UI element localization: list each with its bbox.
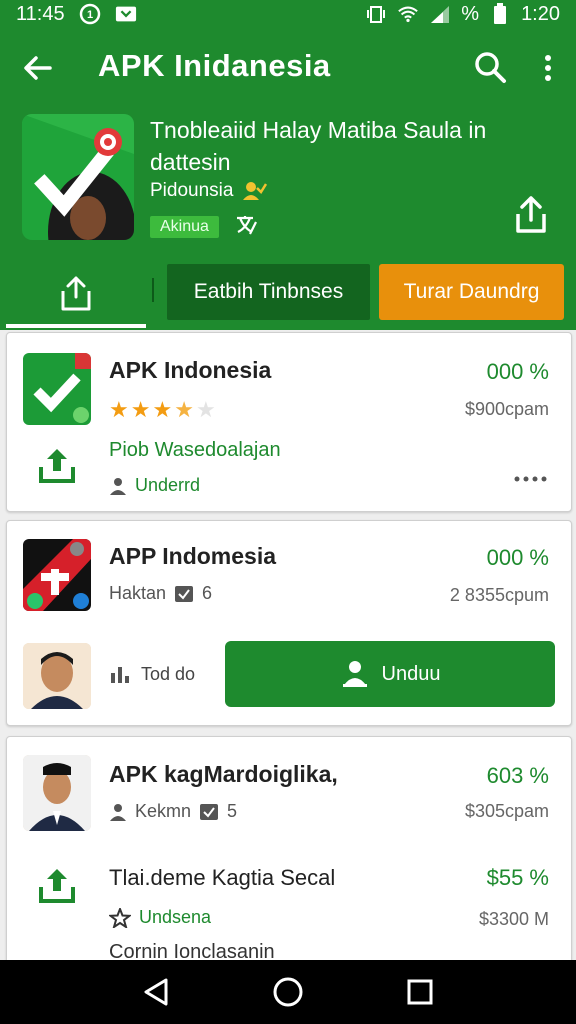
meta-count: 5 [227, 801, 238, 821]
row2-author-row: Undsena [109, 907, 211, 928]
hero-badge: Akinua [150, 216, 219, 238]
more-options-button[interactable] [511, 469, 551, 489]
battery-icon [489, 3, 511, 24]
app-card-2[interactable]: APP Indomesia 000 % Haktan 6 2 8355cpum … [6, 520, 572, 726]
avatar [23, 755, 91, 831]
notification-icon: 1 [79, 3, 101, 25]
hero-app-title: Tnobleaiid Halay Matiba Saula in dattesi… [150, 117, 487, 175]
rating-stars: ★ ★ ★ ★ ★ [109, 397, 216, 423]
app-price: $900cpam [464, 399, 549, 419]
person-icon [110, 477, 126, 495]
tab-divider [152, 278, 154, 302]
translate-icon[interactable] [234, 214, 260, 238]
app-price: 2 8355cpum [449, 585, 549, 605]
app-icon-apk-indonesia [23, 353, 91, 425]
app-card-1[interactable]: APK Indonesia 000 % ★ ★ ★ ★ ★ $900cpam P… [6, 332, 572, 512]
row2-percent: $55 % [486, 865, 549, 890]
app-header: APK Inidanesia Tnobleaiid Halay Matiba S… [0, 28, 576, 330]
system-nav-bar [0, 960, 576, 1024]
more-horiz-icon [514, 476, 547, 482]
tab-share[interactable] [6, 264, 146, 328]
nav-back-icon [144, 978, 168, 1006]
upload-icon [61, 276, 91, 311]
nav-home-button[interactable] [266, 970, 310, 1014]
tab-button-secondary[interactable]: Eatbih Tinbnses [167, 264, 370, 320]
secondary-row: Tod do [109, 663, 195, 685]
verified-user-icon [243, 182, 268, 200]
app-icon-app-indomesia [23, 539, 91, 611]
back-arrow-icon [24, 56, 52, 80]
message-icon [115, 5, 137, 23]
share-button[interactable] [510, 194, 552, 236]
hero-publisher-row: Pidounsia [150, 180, 268, 202]
row2-price: $3300 M [478, 909, 549, 929]
author-name: Underrd [135, 475, 201, 495]
checkbox-icon [175, 585, 194, 602]
star-empty-icon: ★ [195, 397, 216, 422]
toolbar-title: APK Inidanesia [98, 48, 331, 83]
app-name: APP Indomesia [109, 543, 277, 569]
app-card-3[interactable]: APK kagMardoiglika, 603 % Kekmn 5 $305cp… [6, 736, 572, 966]
back-button[interactable] [18, 48, 58, 88]
download-tray-icon [39, 449, 75, 483]
share-icon [516, 196, 546, 233]
status-time: 11:45 [16, 2, 65, 25]
stats-icon [111, 667, 129, 683]
app-name: APK kagMardoiglika, [109, 761, 338, 787]
meta-label: Haktan [109, 583, 167, 603]
status-time-right: 1:20 [521, 2, 560, 25]
hero-publisher: Pidounsia [150, 180, 234, 201]
install-button[interactable] [37, 867, 77, 907]
person-icon [110, 803, 126, 821]
secondary-label: Tod do [141, 663, 196, 684]
tab-button-primary[interactable]: Turar Daundrg [379, 264, 564, 320]
download-tray-icon [39, 869, 75, 903]
nav-recents-icon [407, 979, 433, 1005]
checkbox-icon [200, 803, 219, 820]
author-row: Underrd [109, 475, 200, 496]
nav-back-button[interactable] [134, 970, 178, 1014]
app-hero-icon [22, 114, 134, 240]
row2-title: Tlai.deme Kagtia Secal [109, 865, 336, 890]
star-icon: ★ [109, 397, 129, 422]
install-button[interactable] [37, 447, 77, 487]
star-icon: ★ [130, 397, 151, 422]
svg-text:1: 1 [87, 9, 93, 21]
meta-row: Haktan 6 [109, 583, 212, 604]
search-icon [475, 52, 506, 83]
app-description: Piob Wasedoalajan [109, 439, 281, 461]
wifi-icon [397, 5, 419, 23]
star-half-icon: ★ [174, 397, 194, 422]
meta-count: 6 [202, 583, 213, 603]
signal-icon [429, 5, 451, 23]
status-bar: 11:45 1 % 1:20 [0, 0, 576, 28]
meta-row: Kekmn 5 [109, 801, 237, 822]
star-person-icon [109, 907, 131, 928]
app-percent: 000 % [486, 359, 549, 384]
download-button[interactable]: Unduu [225, 641, 555, 707]
meta-label: Kekmn [135, 801, 192, 821]
vibrate-icon [365, 5, 387, 23]
app-percent: 603 % [486, 763, 549, 788]
app-price: $305cpam [464, 801, 549, 821]
row2-author: Undsena [139, 907, 212, 927]
nav-recents-button[interactable] [398, 970, 442, 1014]
download-label: Unduu [381, 662, 441, 685]
overflow-menu-button[interactable] [530, 48, 566, 88]
more-vert-icon [545, 55, 551, 81]
nav-home-icon [273, 977, 303, 1007]
person-download-icon [342, 661, 367, 687]
avatar [23, 643, 91, 709]
star-icon: ★ [152, 397, 173, 422]
search-button[interactable] [470, 48, 510, 88]
battery-percent: % [461, 2, 480, 25]
app-name: APK Indonesia [109, 357, 272, 383]
app-percent: 000 % [486, 545, 549, 570]
